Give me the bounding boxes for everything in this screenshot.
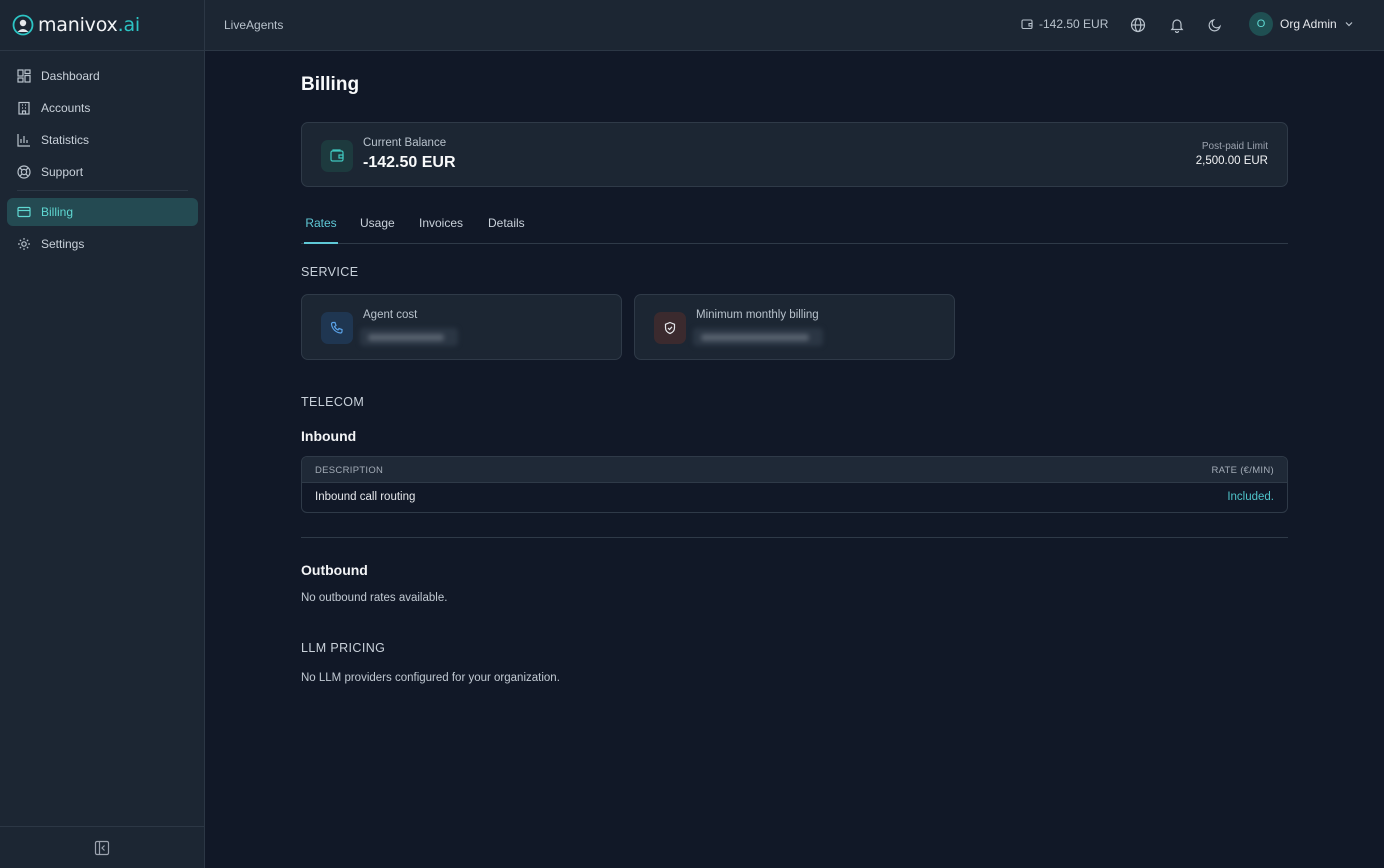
inbound-rates-table: DESCRIPTION RATE (€/MIN) Inbound call ro… — [301, 456, 1288, 513]
row-rate: Included. — [1227, 491, 1274, 503]
credit-card-icon — [17, 205, 31, 219]
wallet-icon — [321, 140, 353, 172]
outbound-empty-message: No outbound rates available. — [301, 592, 448, 604]
wallet-icon — [1021, 18, 1033, 30]
brand-logo[interactable]: manivox.ai — [12, 12, 140, 38]
balance-card: Current Balance -142.50 EUR Post-paid Li… — [301, 122, 1288, 187]
sidebar-item-billing[interactable]: Billing — [7, 198, 198, 226]
headset-logo-icon — [12, 14, 34, 36]
bar-chart-icon — [17, 133, 31, 147]
shield-check-icon — [654, 312, 686, 344]
tab-invoices[interactable]: Invoices — [419, 216, 463, 244]
balance-label: Current Balance — [363, 137, 447, 149]
theme-toggle-button[interactable] — [1207, 17, 1223, 33]
inbound-title: Inbound — [301, 428, 357, 444]
column-description: DESCRIPTION — [315, 465, 384, 476]
sidebar-nav: Dashboard Accounts Statistics Support Bi… — [7, 62, 198, 262]
globe-icon — [1130, 17, 1146, 33]
sidebar-item-label: Accounts — [41, 101, 91, 115]
redacted-value — [693, 328, 823, 346]
table-header: DESCRIPTION RATE (€/MIN) — [302, 457, 1287, 483]
llm-empty-message: No LLM providers configured for your org… — [301, 672, 560, 684]
sidebar-item-dashboard[interactable]: Dashboard — [7, 62, 198, 90]
user-name: Org Admin — [1280, 17, 1337, 31]
divider — [301, 537, 1288, 538]
sidebar: manivox.ai Dashboard Accounts Statistics… — [0, 0, 205, 868]
phone-icon — [321, 312, 353, 344]
nav-divider — [17, 190, 188, 191]
outbound-title: Outbound — [301, 562, 368, 578]
user-menu[interactable]: O Org Admin — [1249, 12, 1354, 36]
top-balance[interactable]: -142.50 EUR — [1021, 17, 1108, 31]
tab-rates[interactable]: Rates — [304, 216, 338, 244]
language-button[interactable] — [1130, 17, 1146, 33]
balance-amount: -142.50 EUR — [1039, 17, 1109, 31]
notifications-button[interactable] — [1169, 17, 1185, 33]
gear-icon — [17, 237, 31, 251]
column-rate: RATE (€/MIN) — [1211, 465, 1274, 476]
limit-label: Post-paid Limit — [1201, 141, 1268, 152]
divider — [0, 826, 205, 827]
telecom-heading: TELECOM — [301, 395, 365, 409]
divider — [0, 50, 205, 51]
redacted-value — [360, 328, 458, 346]
limit-value: 2,500.00 EUR — [1195, 155, 1268, 167]
sidebar-item-label: Support — [41, 165, 84, 179]
agent-cost-label: Agent cost — [363, 309, 418, 321]
llm-pricing-heading: LLM PRICING — [301, 641, 386, 655]
bell-icon — [1169, 17, 1185, 33]
workspace-title: LiveAgents — [224, 18, 284, 32]
topbar: LiveAgents -142.50 EUR O Org Admin — [205, 0, 1384, 51]
moon-icon — [1207, 17, 1223, 33]
sidebar-item-label: Statistics — [41, 133, 90, 147]
sidebar-collapse-icon — [94, 840, 110, 856]
chevron-down-icon — [1344, 19, 1354, 29]
minimum-billing-label: Minimum monthly billing — [696, 309, 819, 321]
sidebar-item-support[interactable]: Support — [7, 158, 198, 186]
sidebar-item-label: Billing — [41, 205, 74, 219]
agent-cost-card: Agent cost — [301, 294, 622, 360]
table-row: Inbound call routing Included. — [302, 483, 1287, 512]
service-heading: SERVICE — [301, 265, 359, 279]
sidebar-item-statistics[interactable]: Statistics — [7, 126, 198, 154]
sidebar-item-accounts[interactable]: Accounts — [7, 94, 198, 122]
billing-tabs: Rates Usage Invoices Details — [301, 210, 1288, 244]
collapse-sidebar-button[interactable] — [94, 840, 110, 856]
lifebuoy-icon — [17, 165, 31, 179]
sidebar-item-settings[interactable]: Settings — [7, 230, 198, 258]
dashboard-icon — [17, 69, 31, 83]
building-icon — [17, 101, 31, 115]
minimum-billing-card: Minimum monthly billing — [634, 294, 955, 360]
row-description: Inbound call routing — [315, 491, 416, 503]
tab-details[interactable]: Details — [488, 216, 525, 244]
avatar: O — [1249, 12, 1273, 36]
page-title: Billing — [301, 74, 360, 95]
balance-value: -142.50 EUR — [363, 154, 456, 171]
tab-usage[interactable]: Usage — [360, 216, 395, 244]
sidebar-item-label: Settings — [41, 237, 85, 251]
brand-name: manivox.ai — [38, 14, 140, 36]
sidebar-item-label: Dashboard — [41, 69, 100, 83]
